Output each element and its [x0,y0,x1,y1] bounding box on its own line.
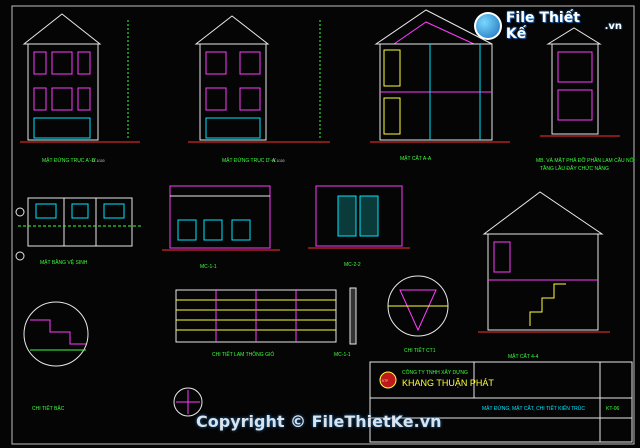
sheet-number: KT-06 [606,406,620,412]
section-aa-title: MẶT CẮT A-A [400,154,432,162]
brand-watermark: File Thiết Kế .vn [474,10,622,42]
svg-text:KTP: KTP [382,379,388,383]
copyright-watermark: Copyright © FileThietKe.vn [196,412,442,431]
step-detail: CHI TIẾT BẬC [23,301,89,412]
louver-detail: CHI TIẾT LAM THÔNG GIÓ [175,289,337,358]
svg-text:MC-1-1: MC-1-1 [334,352,351,358]
ct1-title: CHI TIẾT CT1 [404,347,436,354]
step-detail-title: CHI TIẾT BẬC [32,405,65,412]
elevation-right: MB. VÀ MẶT PHẢ ĐỠ PHẦN LAM CẦU NỐI TẦNG … [536,27,635,172]
louver-title: CHI TIẾT LAM THÔNG GIÓ [212,351,274,358]
ct1-detail: CHI TIẾT CT1 [387,275,449,354]
mc-1-1-small: MC-1-1 [334,287,357,358]
drawing-canvas: MẶT ĐỨNG TRỤC A'-D' TL 1/100 MẶT ĐỨNG TR… [11,5,635,445]
elevation-2-title: MẶT ĐỨNG TRỤC D'-A' [222,157,276,164]
company-name: KHANG THUẬN PHÁT [402,378,494,388]
mc-2-2: MC-2-2 [308,185,410,268]
cad-drawing-sheet: MẶT ĐỨNG TRỤC A'-D' TL 1/100 MẶT ĐỨNG TR… [0,0,640,448]
section-44: MẶT CẮT 4-4 [478,191,610,360]
elevation-1-title: MẶT ĐỨNG TRỤC A'-D' [42,157,96,164]
sheet-border [11,5,635,445]
mc22-title: MC-2-2 [344,262,361,268]
elevation-2: MẶT ĐỨNG TRỤC D'-A' TL 1/100 [188,15,330,164]
svg-text:TẦNG LẦU ĐẤY CHỨC NĂNG: TẦNG LẦU ĐẤY CHỨC NĂNG [540,165,609,172]
svg-text:TL 1/100: TL 1/100 [272,159,285,163]
mc11-title: MC-1-1 [200,264,217,270]
drawing-title: MẶT ĐỨNG, MẶT CẮT, CHI TIẾT KIẾN TRÚC [482,404,585,412]
elevation-right-title: MB. VÀ MẶT PHẢ ĐỠ PHẦN LAM CẦU NỐI [536,157,635,164]
section-44-title: MẶT CẮT 4-4 [508,352,539,360]
plan-title: MẶT BẰNG VỆ SINH [40,258,88,266]
mc-1-1: MC-1-1 [162,185,280,270]
brand-logo-icon [474,12,502,40]
elevation-1: MẶT ĐỨNG TRỤC A'-D' TL 1/100 [20,13,140,164]
svg-text:TL 1/100: TL 1/100 [92,159,105,163]
company-line: CÔNG TY TNHH XÂY DỰNG [402,369,468,376]
toilet-plan: MẶT BẰNG VỆ SINH [15,197,142,266]
